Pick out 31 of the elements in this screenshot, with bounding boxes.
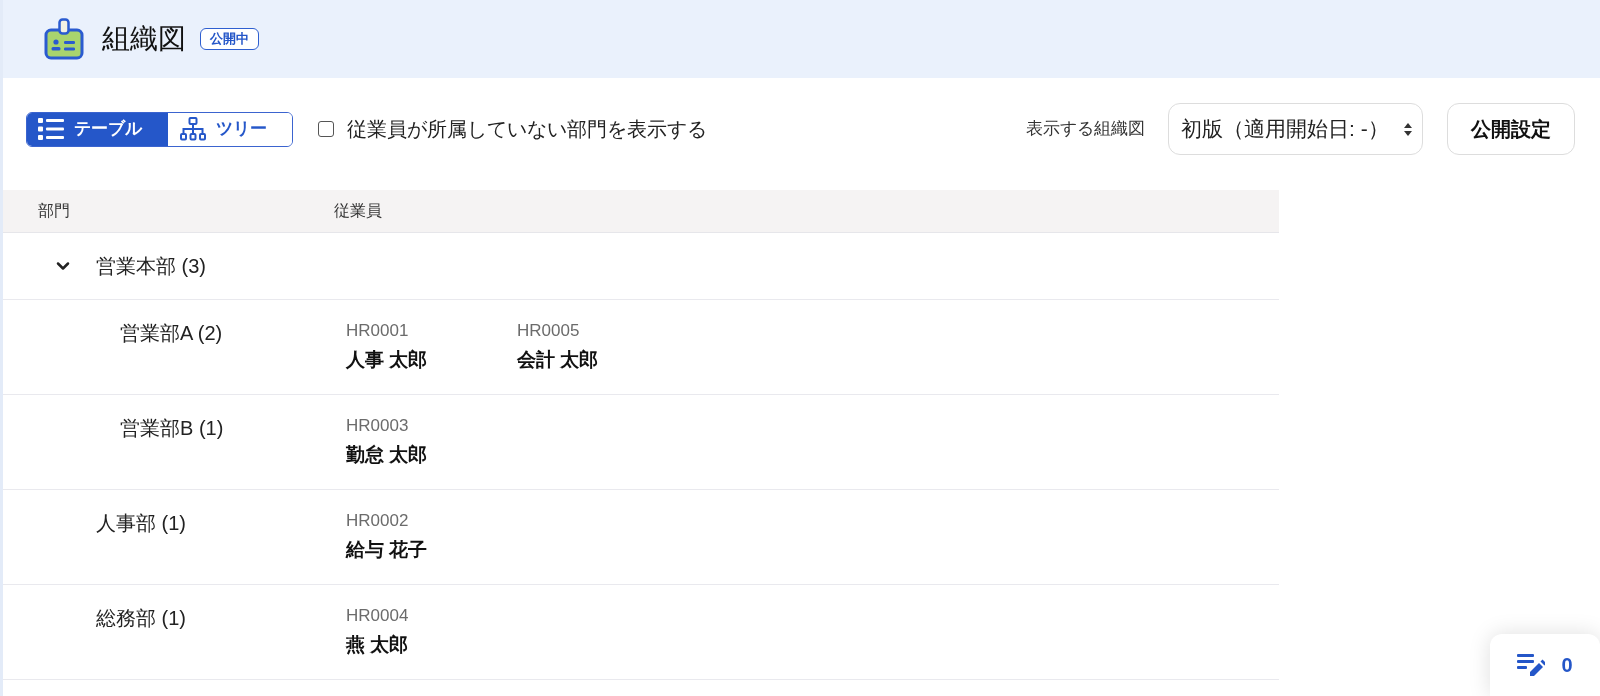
employee-name: 燕 太郎 [346,633,409,657]
checkbox[interactable] [318,121,334,137]
column-header: 従業員 [334,202,382,219]
department-name: 総務部 (1) [96,606,186,630]
employee-name: 勤怠 太郎 [346,443,428,467]
org-chart-select[interactable]: 初版（適用開始日: -） [1168,103,1423,155]
id-badge-icon [43,18,85,60]
page-title: 組織図 [102,22,186,56]
employee-name: 会計 太郎 [517,348,599,372]
view-tab[interactable]: テーブル [27,112,168,146]
employee-id: HR0003 [346,416,409,436]
publish-settings-button[interactable]: 公開設定 [1447,103,1575,155]
department-name: 人事部 (1) [96,511,186,535]
department-name: 営業本部 (3) [96,254,206,278]
employee-id: HR0002 [346,511,409,531]
employee-id: HR0004 [346,606,409,626]
employee-id: HR0005 [517,321,580,341]
department-name: 営業部B (1) [120,416,224,440]
employee-name: 人事 太郎 [346,348,428,372]
employee-name: 給与 花子 [346,538,428,562]
edit-note-icon [1517,654,1546,676]
column-header: 部門 [38,202,70,219]
department-name: 営業部A (2) [120,321,223,345]
status-badge: 公開中 [200,28,259,50]
list-icon [38,118,64,140]
select-label: 表示する組織図 [1026,118,1145,141]
sort-arrows-icon [1404,122,1412,136]
checkbox-label[interactable]: 従業員が所属していない部門を表示する [347,117,707,141]
notes-button[interactable]: 0 [1490,634,1600,696]
employee-id: HR0001 [346,321,409,341]
hierarchy-icon [180,117,206,141]
